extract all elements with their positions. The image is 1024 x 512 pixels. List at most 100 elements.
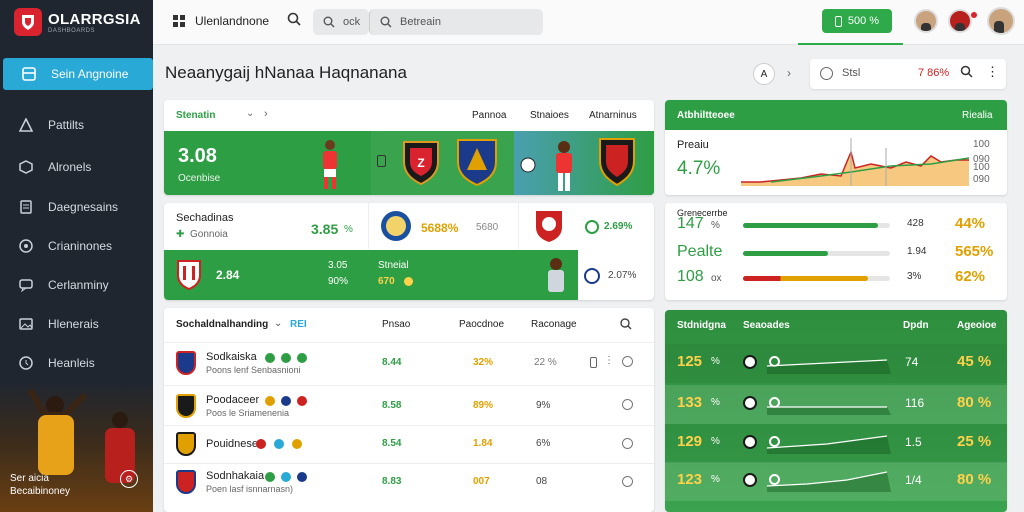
search-icon[interactable] <box>620 317 632 335</box>
club-badge-icon <box>534 209 564 243</box>
table-row[interactable]: Sodkaiska Poons lenf Senbasnioni 8.44 32… <box>164 342 654 380</box>
user-avatar[interactable] <box>987 7 1015 35</box>
team-stats-subtitle: Gonnoia <box>190 229 228 240</box>
club-badge-icon <box>176 351 196 375</box>
chevron-right-icon[interactable]: › <box>264 108 268 120</box>
avatar[interactable] <box>948 9 972 33</box>
settings-icon[interactable]: ⚙ <box>120 470 138 488</box>
table-header-tag[interactable]: REI <box>290 319 307 330</box>
green-header-3[interactable]: Dpdn <box>903 320 929 331</box>
status-dot <box>274 439 284 449</box>
row-sub: Poons lenf Senbasnioni <box>206 365 301 375</box>
status-pill[interactable]: 500 % <box>822 9 892 33</box>
club-badge-icon <box>176 259 202 291</box>
green-header-1[interactable]: Stdnidgna <box>677 320 726 331</box>
sidebar-item-5[interactable]: Cerlanminy <box>0 268 153 302</box>
row-c: 08 <box>536 476 548 487</box>
green-header-2[interactable]: Seaoades <box>743 320 790 331</box>
team-stats-pct: 3.85 <box>311 221 339 237</box>
row-sparkline <box>767 359 891 374</box>
table-header-3[interactable]: Paocdnoe <box>459 319 504 330</box>
search-input-1[interactable]: ock <box>313 9 369 35</box>
green-row-number: 1/4 <box>905 473 922 487</box>
app-name[interactable]: Ulenlandnone <box>195 14 269 28</box>
search-icon[interactable] <box>960 65 973 83</box>
chevron-down-icon[interactable]: ⌄ <box>246 108 254 119</box>
club-badge-icon <box>176 394 196 418</box>
table-row[interactable]: Pouidnese 8.54 1.84 6% <box>164 425 654 463</box>
row-name: Sodnhakaia <box>206 470 265 482</box>
green-table-row[interactable]: 129 % 1.5 25 % <box>665 424 1007 463</box>
sidebar-item-2[interactable]: Alronels <box>0 150 153 184</box>
chevron-down-icon[interactable]: ⌄ <box>274 318 282 329</box>
axis-tick: 090 <box>973 174 990 185</box>
green-header-4[interactable]: Ageoioe <box>957 320 996 331</box>
font-toggle-button[interactable]: A <box>753 63 775 85</box>
progress-card[interactable]: Grenecerrbe 147 % 428 44% Pealte 1.94 565… <box>665 203 1007 300</box>
sidebar-item-4[interactable]: Crianinones <box>0 229 153 263</box>
select-radio[interactable] <box>622 438 633 449</box>
progress-pct: 565% <box>955 243 994 260</box>
trend-card-right: Riealia <box>962 110 993 121</box>
green-row-pct: 25 % <box>957 433 992 450</box>
green-table-row[interactable]: 125 % 74 45 % <box>665 344 1007 383</box>
search-input-2[interactable]: Betreain <box>369 9 543 35</box>
page-title: Neaanygaij hNanaa Haqnanana <box>165 63 407 82</box>
match-card-header: Stenatin ⌄ › Pannoa Stnaioes Atnarninus <box>164 100 654 130</box>
status-dot <box>297 396 307 406</box>
select-radio[interactable] <box>622 476 633 487</box>
row-c: 22 % <box>534 357 557 368</box>
row-name: Sodkaiska <box>206 351 257 363</box>
phone-icon[interactable] <box>590 357 597 368</box>
green-table-row[interactable]: 133 % 116 80 % <box>665 385 1007 424</box>
more-vertical-icon[interactable]: ⋮ <box>986 64 999 80</box>
sidebar-item-7[interactable]: Heanleis <box>0 346 153 380</box>
progress-bar-fill <box>743 223 879 228</box>
bottom-value: 2.84 <box>216 268 240 282</box>
sidebar-item-1[interactable]: Pattilts <box>0 108 153 142</box>
row-name: Pouidnese <box>206 438 258 450</box>
team-stats-subtitle-icon: ✚ <box>176 229 185 240</box>
more-vertical-icon[interactable]: ⋮ <box>604 355 614 366</box>
table-header-1[interactable]: Sochaldnalhanding <box>176 319 268 330</box>
chevron-right-icon[interactable]: › <box>787 66 791 80</box>
match-card-body: 3.08 Ocenbise Z <box>164 131 654 195</box>
sidebar-item-3[interactable]: Daegnesains <box>0 190 153 224</box>
sidebar-item-0[interactable]: Sein Angnoine <box>3 58 153 90</box>
green-table-row[interactable]: 123 % 1/4 80 % <box>665 462 1007 501</box>
table-header-4[interactable]: Raconage <box>531 319 577 330</box>
brand-logo[interactable]: OLARRGSIA DASHBOARDS <box>14 8 141 36</box>
progress-value: 147 <box>677 215 704 232</box>
row-a: 8.83 <box>382 476 402 487</box>
status-icon <box>585 220 599 234</box>
document-icon <box>18 199 34 215</box>
player-panel: 2.07% <box>518 250 654 300</box>
table-row[interactable]: Sodnhakaia Poen lasf isnnarnasn) 8.83 00… <box>164 463 654 501</box>
select-radio[interactable] <box>622 356 633 367</box>
chat-icon <box>18 277 34 293</box>
search-icon[interactable] <box>287 12 301 31</box>
divider <box>518 203 519 249</box>
search-icon <box>323 16 335 28</box>
sidebar-item-6[interactable]: Hlenerais <box>0 307 153 341</box>
table-header-2[interactable]: Pnsao <box>382 319 410 330</box>
status-dot <box>281 353 291 363</box>
progress-unit: ox <box>711 273 722 284</box>
trend-card[interactable]: Atbhiltteoee Riealia Preaiu 4.7% 100 090… <box>665 100 1007 195</box>
search-value-2: Betreain <box>400 16 441 28</box>
match-card[interactable]: Stenatin ⌄ › Pannoa Stnaioes Atnarninus … <box>164 100 654 195</box>
select-radio[interactable] <box>622 399 633 410</box>
club-badge-icon <box>380 209 412 243</box>
row-name: Poodaceer <box>206 394 260 406</box>
match-card-title: Stenatin <box>176 110 216 121</box>
filter-icon <box>820 67 833 80</box>
green-row-value: 129 <box>677 433 703 450</box>
progress-number: 428 <box>907 218 924 229</box>
table-row[interactable]: Poodaceer Poos le Sriamenenia 8.58 89% 9… <box>164 385 654 423</box>
filter-box[interactable]: Stsl 7 86% ⋮ <box>810 59 1006 89</box>
grid-icon[interactable] <box>173 15 185 30</box>
avatar[interactable] <box>914 9 938 33</box>
team-stats-card[interactable]: Sechadinas ✚ Gonnoia 3.85 % 5688% 5680 2… <box>164 203 654 300</box>
filter-value: 7 86% <box>918 67 950 79</box>
col-header-1: Pannoa <box>472 110 507 121</box>
